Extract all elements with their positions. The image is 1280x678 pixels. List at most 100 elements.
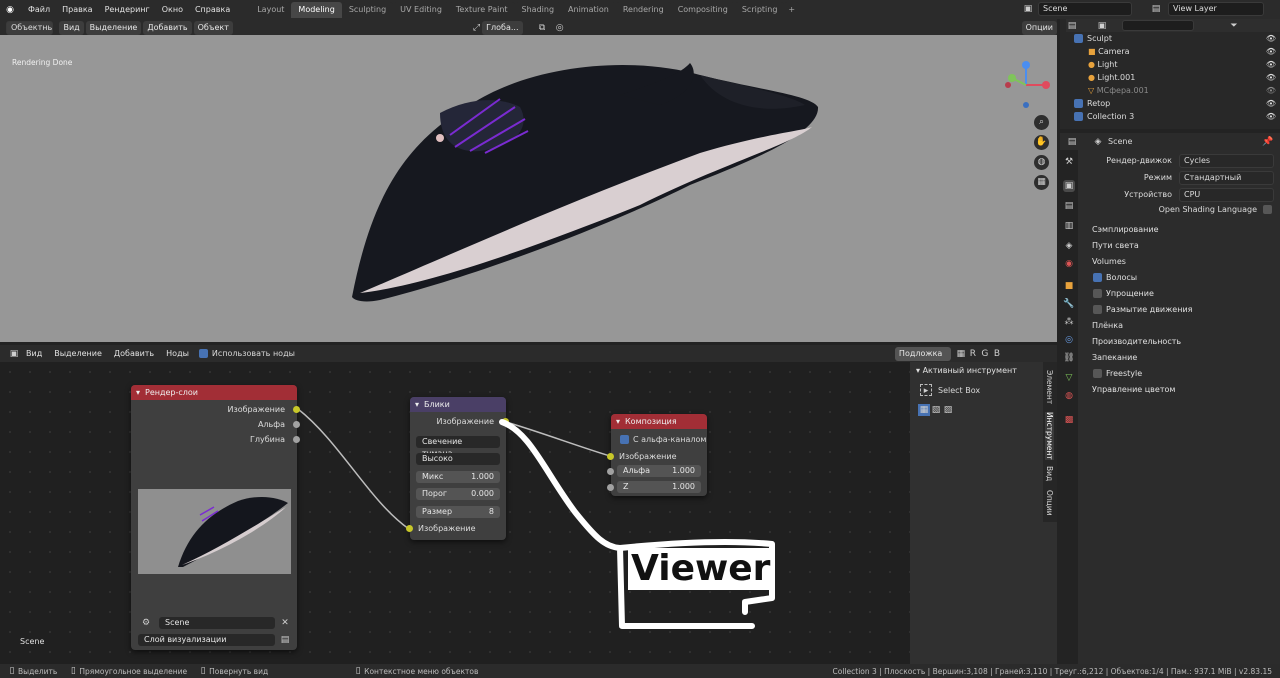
snap-icon[interactable]: ⧉ — [539, 22, 546, 34]
panel-freestyle[interactable]: Freestyle — [1106, 369, 1142, 378]
collection-checkbox[interactable] — [1074, 34, 1083, 43]
panel-volumes[interactable]: Volumes — [1092, 257, 1126, 266]
material-tab-icon[interactable]: ◍ — [1063, 390, 1075, 402]
feature-set-dropdown[interactable]: Стандартный — [1179, 171, 1274, 185]
output-tab-icon[interactable]: ▤ — [1063, 200, 1075, 212]
tab-options[interactable]: Опции — [1045, 490, 1054, 516]
menu-help[interactable]: Справка — [189, 0, 236, 19]
outliner-filter-icon[interactable]: ▣ — [1096, 20, 1108, 32]
hair-checkbox[interactable] — [1093, 273, 1102, 282]
render-engine-dropdown[interactable]: Cycles — [1179, 154, 1274, 168]
simplify-checkbox[interactable] — [1093, 289, 1102, 298]
outliner-type-icon[interactable]: ▤ — [1066, 20, 1078, 32]
3d-viewport[interactable]: Rendering Done ⌕ ✋ ◍ ▦ — [0, 35, 1057, 342]
view-layer-field[interactable]: View Layer — [1168, 2, 1264, 16]
menu-file[interactable]: Файл — [22, 0, 56, 19]
select-mode-subtract-icon[interactable]: ▨ — [942, 404, 954, 416]
node-canvas[interactable]: Рендер-слои Изображение Альфа Глубина ⚙ … — [0, 362, 910, 664]
blender-logo-icon[interactable]: ◉ — [4, 4, 16, 16]
freestyle-checkbox[interactable] — [1093, 369, 1102, 378]
panel-bake[interactable]: Запекание — [1092, 353, 1137, 362]
use-nodes-checkbox[interactable] — [198, 349, 208, 358]
tab-uv-editing[interactable]: UV Editing — [393, 2, 449, 18]
menu-window[interactable]: Окно — [156, 0, 189, 19]
tab-item[interactable]: Элемент — [1045, 370, 1054, 404]
render-tab-icon[interactable]: ▣ — [1063, 180, 1075, 192]
tab-rendering[interactable]: Rendering — [615, 2, 671, 18]
texture-tab-icon[interactable]: ▩ — [1063, 414, 1075, 426]
visibility-eye-icon[interactable]: 👁 — [1266, 58, 1276, 71]
view-layer-tab-icon[interactable]: ▥ — [1063, 220, 1075, 232]
viewport-menu-view[interactable]: Вид — [59, 20, 84, 35]
osl-checkbox[interactable] — [1263, 205, 1272, 214]
panel-hair[interactable]: Волосы — [1106, 273, 1137, 282]
outliner-search-input[interactable] — [1122, 20, 1194, 31]
channel-icon[interactable]: ▦ — [955, 348, 967, 360]
transform-orientation-dropdown[interactable]: Глоба... — [482, 20, 523, 35]
outliner-item-sphere[interactable]: ▽ MCфера.001 👁 — [1074, 84, 1280, 97]
ortho-grid-icon[interactable]: ▦ — [1034, 175, 1049, 190]
physics-tab-icon[interactable]: ◎ — [1063, 334, 1075, 346]
tab-view[interactable]: Вид — [1045, 466, 1054, 481]
panel-color-management[interactable]: Управление цветом — [1092, 385, 1175, 394]
camera-view-icon[interactable]: ◍ — [1034, 155, 1049, 170]
viewport-menu-add[interactable]: Добавить — [143, 20, 192, 35]
visibility-eye-icon[interactable]: 👁 — [1266, 45, 1276, 58]
menu-render[interactable]: Рендеринг — [99, 0, 156, 19]
constraint-tab-icon[interactable]: ⛓ — [1063, 352, 1075, 364]
panel-simplify[interactable]: Упрощение — [1106, 289, 1154, 298]
channel-g-toggle[interactable]: G — [979, 348, 991, 360]
world-tab-icon[interactable]: ◉ — [1063, 258, 1075, 270]
viewport-options-button[interactable]: Опции — [1021, 20, 1057, 35]
visibility-eye-icon[interactable]: 👁 — [1266, 32, 1276, 45]
collection-checkbox[interactable] — [1074, 112, 1083, 121]
channel-r-toggle[interactable]: R — [967, 348, 979, 360]
outliner-item-camera[interactable]: ■ Camera 👁 — [1074, 45, 1280, 58]
tab-texture-paint[interactable]: Texture Paint — [448, 2, 515, 18]
manta-ray-model[interactable] — [0, 35, 1057, 342]
tool-tab-icon[interactable]: ⚒ — [1063, 156, 1075, 168]
panel-film[interactable]: Плёнка — [1092, 321, 1123, 330]
outliner-item-light-001[interactable]: ● Light.001 👁 — [1074, 71, 1280, 84]
data-tab-icon[interactable]: ▽ — [1063, 372, 1075, 384]
proportional-edit-icon[interactable]: ◎ — [556, 22, 564, 34]
panel-light-paths[interactable]: Пути света — [1092, 241, 1139, 250]
panel-performance[interactable]: Производительность — [1092, 337, 1181, 346]
scene-field[interactable]: Scene — [1038, 2, 1132, 16]
viewport-menu-select[interactable]: Выделение — [85, 20, 142, 35]
tab-sculpting[interactable]: Sculpting — [341, 2, 394, 18]
particles-tab-icon[interactable]: ⁂ — [1063, 316, 1075, 328]
object-tab-icon[interactable]: ■ — [1063, 280, 1075, 292]
visibility-eye-icon[interactable]: 👁 — [1266, 71, 1276, 84]
tab-compositing[interactable]: Compositing — [670, 2, 735, 18]
node-menu-view[interactable]: Вид — [20, 345, 48, 362]
viewport-menu-object[interactable]: Объект — [193, 20, 233, 35]
motion-blur-checkbox[interactable] — [1093, 305, 1102, 314]
outliner-item-retop[interactable]: Retop 👁 — [1074, 97, 1280, 110]
channel-b-toggle[interactable]: B — [991, 348, 1003, 360]
zoom-icon[interactable]: ⌕ — [1034, 115, 1049, 130]
outliner-item-sculpt[interactable]: Sculpt 👁 — [1074, 32, 1280, 45]
panel-sampling[interactable]: Сэмплирование — [1092, 225, 1159, 234]
tab-layout[interactable]: Layout — [250, 2, 292, 18]
outliner-item-light[interactable]: ● Light 👁 — [1074, 58, 1280, 71]
visibility-eye-icon[interactable]: 👁 — [1266, 97, 1276, 110]
select-mode-extend-icon[interactable]: ▧ — [930, 404, 942, 416]
tab-shading[interactable]: Shading — [514, 2, 562, 18]
backdrop-toggle[interactable]: Подложка — [894, 346, 951, 361]
menu-edit[interactable]: Правка — [56, 0, 98, 19]
node-menu-select[interactable]: Выделение — [48, 345, 108, 362]
visibility-eye-icon[interactable]: 👁 — [1266, 110, 1276, 123]
tab-tool[interactable]: Инструмент — [1045, 412, 1054, 460]
tab-modeling[interactable]: Modeling — [291, 2, 342, 18]
tab-scripting[interactable]: Scripting — [734, 2, 785, 18]
active-tool-row[interactable]: ▸ Select Box — [920, 384, 980, 396]
panel-motion-blur[interactable]: Размытие движения — [1106, 305, 1192, 314]
node-menu-add[interactable]: Добавить — [108, 345, 160, 362]
select-mode-new-icon[interactable]: ▦ — [918, 404, 930, 416]
funnel-icon[interactable]: ⏷ — [1228, 20, 1240, 32]
visibility-eye-icon[interactable]: 👁 — [1266, 84, 1276, 97]
modifier-tab-icon[interactable]: 🔧 — [1063, 298, 1075, 310]
navigation-gizmo[interactable] — [1000, 59, 1052, 111]
collection-checkbox[interactable] — [1074, 99, 1083, 108]
